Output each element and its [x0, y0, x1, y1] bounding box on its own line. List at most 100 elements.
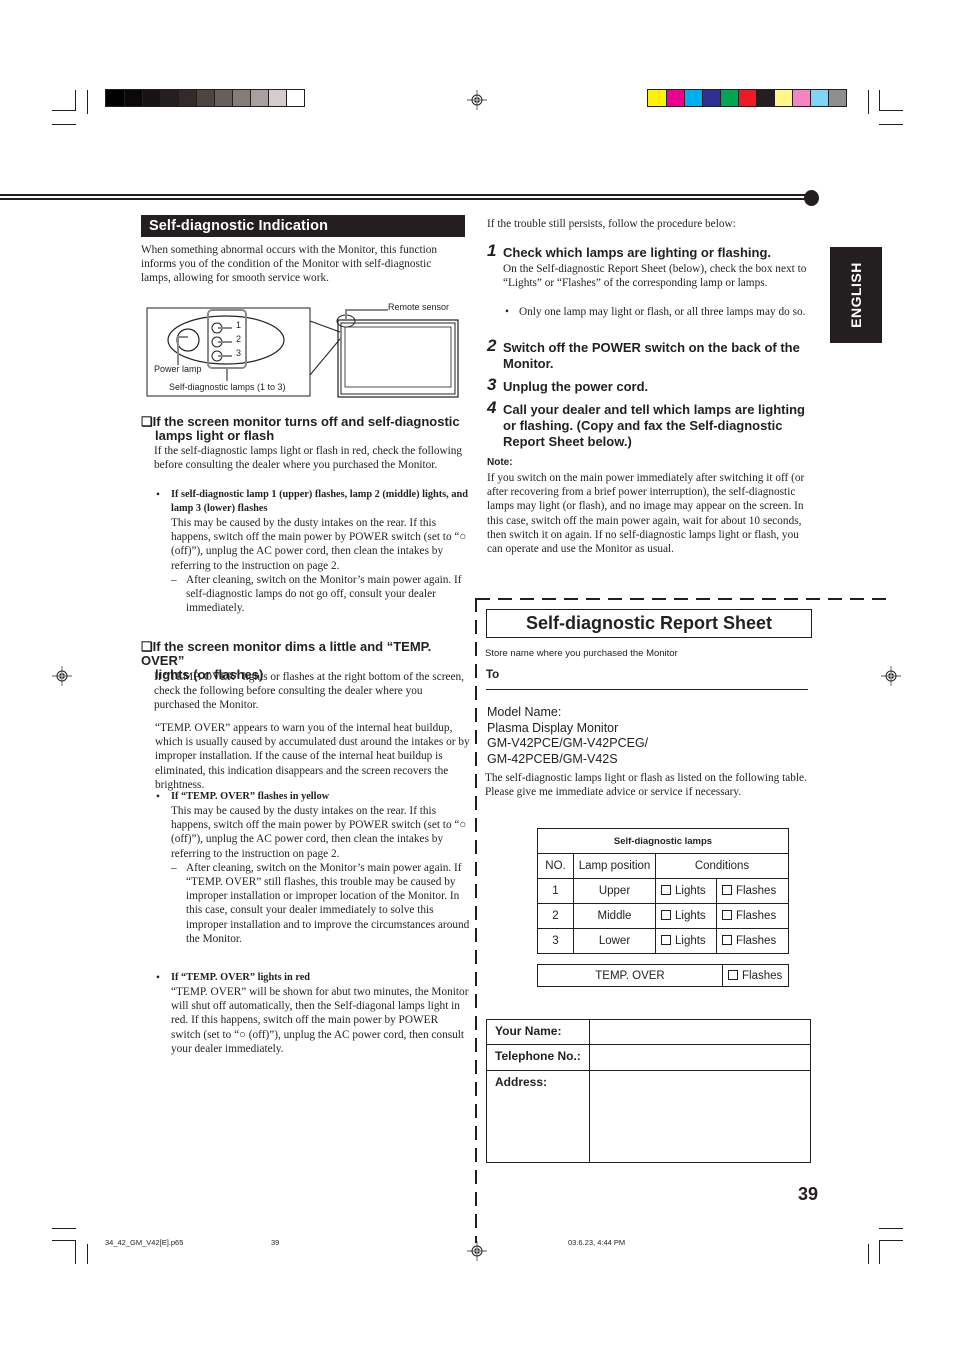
- crop-mark: [879, 124, 903, 125]
- telephone-field[interactable]: [589, 1044, 811, 1071]
- crop-mark: [87, 90, 88, 114]
- flashes-option[interactable]: Flashes: [722, 964, 789, 987]
- step-number: 4: [487, 398, 497, 417]
- lights-checkbox[interactable]: [661, 935, 671, 945]
- subsection-heading: ❑If the screen monitor turns off and sel…: [141, 414, 460, 443]
- temp-over-label: TEMP. OVER: [537, 964, 723, 987]
- footer-filename: 34_42_GM_V42[E].p65: [105, 1238, 184, 1247]
- your-name-label: Your Name:: [486, 1019, 590, 1045]
- registration-mark-icon: [467, 1241, 487, 1261]
- to-input-line[interactable]: [486, 689, 808, 690]
- crop-mark: [879, 90, 880, 110]
- subsection-intro: If the self-diagnostic lamps light or fl…: [154, 445, 463, 472]
- page-number: 39: [798, 1184, 819, 1204]
- dash-marker: –: [171, 573, 177, 586]
- flashes-option[interactable]: Flashes: [715, 903, 790, 929]
- your-name-field[interactable]: [589, 1019, 811, 1045]
- to-label: To: [486, 669, 500, 681]
- registration-mark-icon: [52, 666, 72, 686]
- column-header: NO.: [537, 853, 574, 879]
- flashes-option[interactable]: Flashes: [715, 878, 790, 904]
- step-title: Switch off the POWER switch on the back …: [503, 340, 800, 371]
- telephone-label: Telephone No.:: [486, 1044, 590, 1071]
- color-swatch: [792, 90, 810, 106]
- lamp-table-caption: Self-diagnostic lamps: [537, 828, 789, 854]
- color-swatch: [702, 90, 720, 106]
- color-swatch: [250, 90, 268, 106]
- color-swatch: [720, 90, 738, 106]
- dash-marker: –: [171, 861, 177, 874]
- lamp-no: 2: [537, 903, 574, 929]
- color-calibration-bar: [647, 89, 847, 107]
- power-lamp-label: Power lamp: [154, 364, 202, 374]
- color-swatch: [684, 90, 702, 106]
- column-header: Lamp position: [573, 853, 656, 879]
- crop-mark: [52, 1240, 76, 1241]
- step-number: 3: [487, 375, 497, 394]
- crop-mark: [52, 110, 76, 111]
- note-text: If you switch on the main power immediat…: [487, 472, 805, 556]
- grayscale-calibration-bar: [105, 89, 305, 107]
- flashes-checkbox[interactable]: [728, 969, 738, 980]
- section-title: Self-diagnostic Indication: [141, 215, 465, 237]
- lamp-position: Upper: [573, 878, 656, 904]
- color-swatch: [106, 90, 124, 106]
- color-swatch: [268, 90, 286, 106]
- bullet-item: • If self-diagnostic lamp 1 (upper) flas…: [156, 489, 468, 615]
- crop-mark: [879, 1240, 903, 1241]
- procedure-intro: If the trouble still persists, follow th…: [487, 218, 736, 230]
- self-diag-lamps-label: Self-diagnostic lamps (1 to 3): [169, 382, 286, 392]
- step-title: Check which lamps are lighting or flashi…: [503, 245, 771, 260]
- color-swatch: [232, 90, 250, 106]
- flashes-checkbox[interactable]: [721, 910, 732, 920]
- crop-mark: [75, 1240, 76, 1264]
- step-bullet: • Only one lamp may light or flash, or a…: [505, 306, 806, 318]
- crop-mark: [879, 110, 903, 111]
- lights-option[interactable]: Lights: [655, 878, 717, 904]
- temp-over-table: TEMP. OVER Flashes: [537, 964, 789, 987]
- lamp-number-3: 3: [236, 348, 242, 358]
- color-swatch: [196, 90, 214, 106]
- lights-checkbox[interactable]: [661, 910, 671, 920]
- flashes-option[interactable]: Flashes: [715, 928, 790, 954]
- registration-mark-icon: [467, 90, 487, 110]
- subsection-intro: If “TEMP. OVER” lights or flashes at the…: [154, 671, 464, 712]
- lights-checkbox[interactable]: [661, 885, 671, 895]
- footer-timestamp: 03.6.23, 4:44 PM: [568, 1238, 626, 1247]
- flashes-checkbox[interactable]: [721, 885, 732, 895]
- lamp-position: Middle: [573, 903, 656, 929]
- color-swatch: [738, 90, 756, 106]
- step-title: Unplug the power cord.: [503, 379, 649, 394]
- crop-mark: [87, 1244, 88, 1264]
- model-block: Model Name: Plasma Display Monitor GM-V4…: [487, 705, 648, 767]
- color-swatch: [648, 90, 666, 106]
- remote-sensor-label: Remote sensor: [388, 302, 450, 312]
- table-row: 3 Lower Lights Flashes: [537, 928, 790, 954]
- footer-page: 39: [271, 1238, 280, 1247]
- color-swatch: [214, 90, 232, 106]
- bullet-item: • If “TEMP. OVER” lights in red “TEMP. O…: [156, 972, 469, 1055]
- color-swatch: [756, 90, 774, 106]
- step-text: On the Self-diagnostic Report Sheet (bel…: [503, 263, 807, 290]
- color-swatch: [774, 90, 792, 106]
- model-line: GM-42PCEB/GM-V42S: [487, 751, 618, 766]
- subsection-paragraph: “TEMP. OVER” appears to warn you of the …: [155, 722, 470, 791]
- model-line: GM-V42PCE/GM-V42PCEG/: [487, 736, 649, 751]
- cut-line: [475, 598, 477, 1243]
- lamp-position: Lower: [573, 928, 656, 954]
- color-swatch: [124, 90, 142, 106]
- intro-paragraph: When something abnormal occurs with the …: [141, 244, 438, 285]
- table-row: 1 Upper Lights Flashes: [537, 878, 790, 904]
- flashes-checkbox[interactable]: [721, 935, 732, 945]
- address-field[interactable]: [589, 1070, 811, 1163]
- contact-form: Your Name: Telephone No.: Address:: [486, 1019, 811, 1163]
- lights-option[interactable]: Lights: [655, 928, 717, 954]
- lights-option[interactable]: Lights: [655, 903, 717, 929]
- crop-mark: [879, 1240, 880, 1264]
- model-label: Model Name:: [487, 705, 562, 719]
- lamp-diagram: 1 2 3 Power lamp Self-diagnostic lamps (…: [140, 297, 470, 400]
- crop-mark: [52, 124, 76, 125]
- lamp-no: 3: [537, 928, 574, 954]
- checkbox-bullet-icon: ❑: [141, 639, 153, 654]
- bullet-dot-icon: •: [156, 489, 160, 501]
